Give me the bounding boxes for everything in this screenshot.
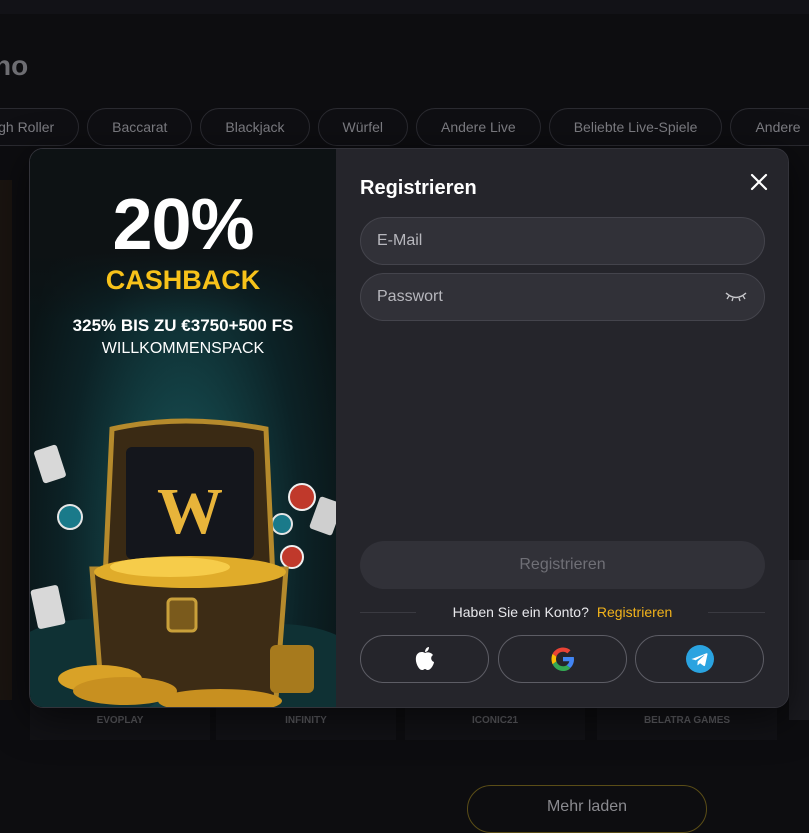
tab-high-roller[interactable]: igh Roller <box>0 108 80 146</box>
tab-blackjack[interactable]: Blackjack <box>200 108 310 146</box>
top-bar <box>0 0 809 14</box>
chest-letter: W <box>157 475 223 548</box>
cashback-label: CASHBACK <box>105 265 261 295</box>
password-field <box>360 273 765 321</box>
game-tile-right[interactable] <box>789 560 809 720</box>
password-input[interactable] <box>361 274 764 320</box>
tab-beliebte-live-spiele[interactable]: Beliebte Live-Spiele <box>548 108 723 146</box>
apple-login-button[interactable] <box>360 635 489 683</box>
apple-icon <box>415 647 434 670</box>
tab-wuerfel[interactable]: Würfel <box>317 108 408 146</box>
promo-banner: W 20% CASHBACK 325% BIS ZU €3750+500 FS … <box>30 149 336 707</box>
tab-andere-live[interactable]: Andere Live <box>415 108 541 146</box>
have-account-row: Haben Sie ein Konto? Registrieren <box>360 604 765 620</box>
telegram-login-button[interactable] <box>635 635 764 683</box>
close-icon <box>750 173 768 191</box>
register-modal: W 20% CASHBACK 325% BIS ZU €3750+500 FS … <box>29 148 789 708</box>
close-button[interactable] <box>744 167 774 197</box>
register-submit-button[interactable]: Registrieren <box>360 541 765 589</box>
treasure-chest-image: W <box>30 418 336 707</box>
eye-closed-icon[interactable] <box>724 290 748 304</box>
form-title: Registrieren <box>360 177 477 199</box>
welcome-pack-label: WILLKOMMENSPACK <box>101 340 265 357</box>
telegram-icon <box>685 645 714 673</box>
email-field <box>360 217 765 265</box>
register-link[interactable]: Registrieren <box>597 604 672 620</box>
game-tile-left[interactable] <box>0 180 12 700</box>
tab-andere[interactable]: Andere <box>730 108 809 146</box>
section-title: no <box>0 50 29 81</box>
load-more-button[interactable]: Mehr laden <box>467 785 707 833</box>
category-tabs: igh Roller Baccarat Blackjack Würfel And… <box>0 108 809 146</box>
bonus-offer: 325% BIS ZU €3750+500 FS <box>72 316 294 335</box>
cashback-percent: 20% <box>112 185 254 265</box>
google-login-button[interactable] <box>498 635 627 683</box>
tab-baccarat[interactable]: Baccarat <box>87 108 193 146</box>
google-icon <box>551 647 574 671</box>
register-form: Registrieren Registrieren Haben Sie ein … <box>336 149 788 707</box>
have-account-text: Haben Sie ein Konto? <box>452 604 589 620</box>
email-input[interactable] <box>361 218 764 264</box>
